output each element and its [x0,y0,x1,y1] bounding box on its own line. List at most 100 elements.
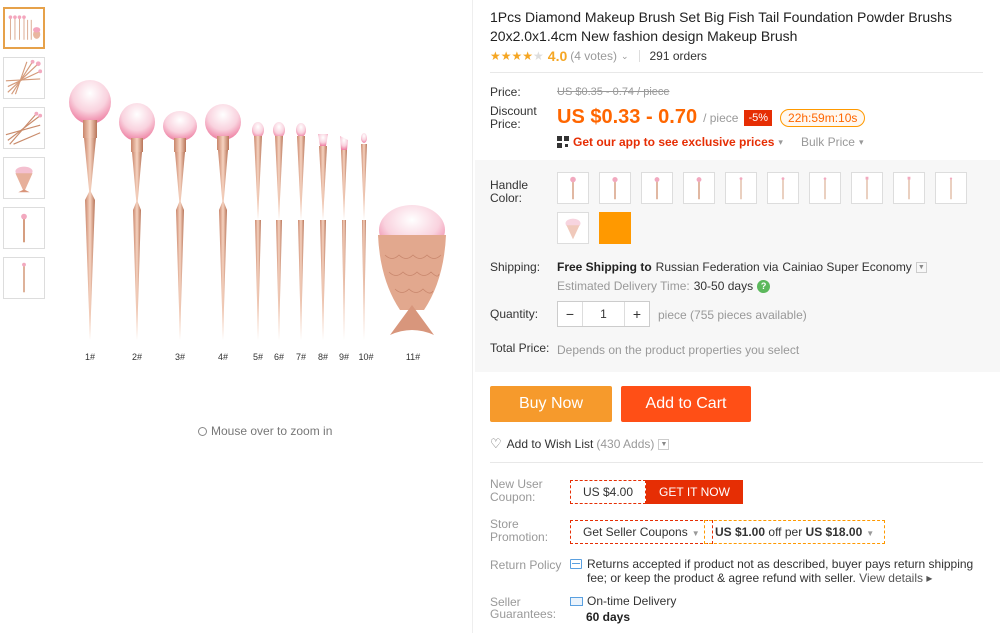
shipping-country: Russian Federation via [655,260,779,274]
offer-threshold: US $18.00 [805,525,863,539]
brush-label-3: 3# [175,352,185,362]
color-swatch-4[interactable] [683,172,715,204]
brush-7 [296,123,306,340]
brush-label-8: 8# [318,352,328,362]
quantity-stepper: − 1 + [557,301,650,327]
truck-icon [570,596,583,606]
zoom-hint: Mouse over to zoom in [198,424,332,438]
main-product-image[interactable]: 1# 2# 3# 4# 5# 6# 7# 8# 9# 10# 11# [55,60,465,390]
color-swatch-fish-tail[interactable] [557,212,589,244]
color-swatch-5[interactable] [725,172,757,204]
brush-label-6: 6# [274,352,284,362]
discount-label-2: Price: [490,117,521,131]
per-piece: / piece [703,110,739,125]
brush-4 [205,104,241,340]
app-promo-row: Get our app to see exclusive prices ▾ Bu… [557,135,864,149]
get-it-now-button[interactable]: GET IT NOW [646,480,743,504]
brush-11-fish-tail [378,205,446,335]
total-price-label: Total Price: [490,341,550,355]
thumbnail-5[interactable] [3,207,45,249]
handle-color-swatches [557,172,977,244]
return-policy-text: Returns accepted if product not as descr… [587,557,990,585]
coupon-amount: US $4.00 [570,480,647,504]
votes-count[interactable]: (4 votes) [570,49,617,63]
discount-price-row: US $0.33 - 0.70 / piece -5% 22h:59m:10s [557,106,866,129]
chevron-down-icon[interactable]: ▼ [915,261,927,273]
add-to-cart-button[interactable]: Add to Cart [621,386,751,422]
brush-label-10: 10# [358,352,373,362]
wish-list-row[interactable]: ♡ Add to Wish List (430 Adds) ▼ [490,436,670,452]
chevron-down-icon[interactable]: ▾ [859,137,864,148]
product-title: 1Pcs Diamond Makeup Brush Set Big Fish T… [490,9,952,44]
brush-label-7: 7# [296,352,306,362]
store-offer[interactable]: US $1.00 off per US $18.00 ▼ [704,520,886,544]
on-time-delivery: On-time Delivery [570,594,676,608]
countdown-timer: 22h:59m:10s [780,108,866,127]
shipping-label: Shipping: [490,260,541,274]
brush-label-2: 2# [132,352,142,362]
bulk-price-link[interactable]: Bulk Price [801,135,855,149]
thumbnail-4[interactable] [3,157,45,199]
color-swatch-3[interactable] [641,172,673,204]
chevron-down-icon[interactable]: ⌄ [621,51,629,62]
color-swatch-2[interactable] [599,172,631,204]
handle-color-label-2: Color: [490,191,523,205]
new-user-coupon-label-2: Coupon: [490,490,536,504]
quantity-plus-button[interactable]: + [625,306,649,322]
color-swatch-9[interactable] [893,172,925,204]
thumbnail-6[interactable] [3,257,45,299]
zoom-hint-text: Mouse over to zoom in [211,424,333,438]
buy-now-button[interactable]: Buy Now [490,386,612,422]
wish-list-link[interactable]: Add to Wish List [507,437,594,451]
offer-amount: US $1.00 [715,525,766,539]
return-policy: Returns accepted if product not as descr… [570,557,990,585]
column-divider [472,0,473,633]
brush-10 [361,133,367,340]
chevron-down-icon[interactable]: ▾ [778,137,783,148]
color-swatch-8[interactable] [851,172,883,204]
thumbnail-list [3,7,47,307]
view-details-link[interactable]: View details ▸ [859,571,932,585]
seller-coupons-dropdown[interactable]: Get Seller Coupons ▼ [570,520,713,544]
price-label: Price: [490,85,521,99]
shipping-carrier[interactable]: Cainiao Super Economy [782,260,911,274]
divider [490,72,983,73]
brush-8 [318,134,328,340]
brush-label-1: 1# [85,352,95,362]
color-swatch-orange[interactable] [599,212,631,244]
rating-row: ★★★★★ 4.0 (4 votes) ⌄ 291 orders [490,48,707,64]
estimated-delivery: Estimated Delivery Time: 30-50 days ? [557,279,771,293]
color-swatch-10[interactable] [935,172,967,204]
brush-9 [340,136,348,340]
quantity-minus-button[interactable]: − [558,306,582,322]
divider [490,462,983,463]
discount-badge: -5% [744,109,773,126]
brush-2 [119,103,155,340]
estimated-delivery-label: Estimated Delivery Time: [557,279,690,293]
color-swatch-1[interactable] [557,172,589,204]
brush-label-9: 9# [339,352,349,362]
brush-label-4: 4# [218,352,228,362]
chevron-down-icon: ▼ [691,529,700,538]
guarantee-days: 60 days [586,610,631,624]
brush-1 [69,80,111,340]
quantity-input[interactable]: 1 [582,302,625,326]
color-swatch-7[interactable] [809,172,841,204]
new-user-coupon[interactable]: US $4.00 GET IT NOW [570,480,743,504]
quantity-available: piece (755 pieces available) [658,308,807,322]
qr-code-icon [557,136,569,148]
seller-coupons-label: Get Seller Coupons [583,525,688,539]
thumbnail-1[interactable] [3,7,45,49]
app-promo-link[interactable]: Get our app to see exclusive prices [573,135,774,149]
seller-coupons[interactable]: Get Seller Coupons ▼ [570,520,713,544]
chevron-down-icon[interactable]: ▼ [658,438,670,450]
help-icon[interactable]: ? [757,279,771,293]
store-offer-dropdown[interactable]: US $1.00 off per US $18.00 ▼ [704,520,886,544]
thumbnail-2[interactable] [3,57,45,99]
color-swatch-6[interactable] [767,172,799,204]
quantity-label: Quantity: [490,307,539,321]
shipping-line: Free Shipping to Russian Federation via … [557,260,927,274]
brush-label-11: 11# [406,352,420,362]
heart-icon[interactable]: ♡ [490,436,502,452]
thumbnail-3[interactable] [3,107,45,149]
